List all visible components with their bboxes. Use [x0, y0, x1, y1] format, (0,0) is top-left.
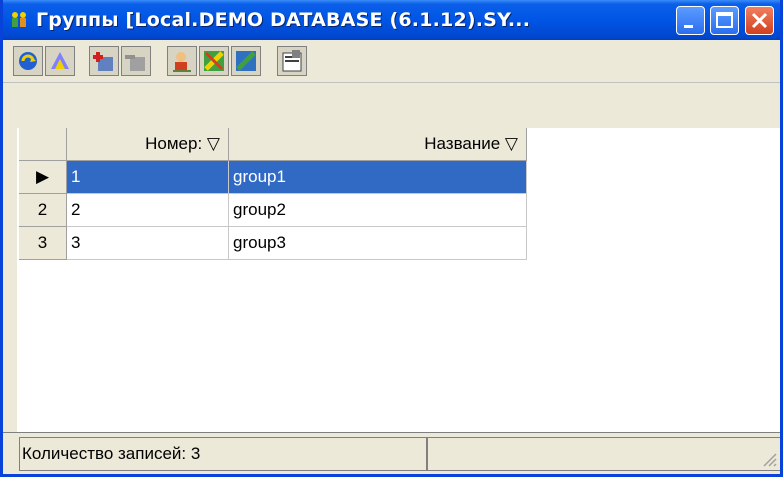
- cell-name[interactable]: group2: [229, 194, 527, 227]
- group-remove-icon: [236, 51, 256, 71]
- close-icon: [751, 12, 768, 29]
- filter-button[interactable]: [45, 46, 75, 76]
- toolbar: [3, 40, 780, 83]
- status-bar: Количество записей: 3: [3, 432, 780, 474]
- group-add-icon: [204, 51, 224, 71]
- add-record-button[interactable]: [89, 46, 119, 76]
- minimize-icon: [684, 25, 693, 28]
- cell-number[interactable]: 2: [67, 194, 229, 227]
- refresh-icon: [19, 52, 37, 70]
- refresh-button[interactable]: [13, 46, 43, 76]
- title-bar[interactable]: Группы [Local.DEMO DATABASE (6.1.12).SY.…: [3, 0, 780, 40]
- groups-window: Группы [Local.DEMO DATABASE (6.1.12).SY.…: [0, 0, 783, 477]
- user-button[interactable]: [167, 46, 197, 76]
- maximize-icon: [716, 12, 733, 28]
- header-corner: [19, 128, 67, 161]
- cell-name[interactable]: group3: [229, 227, 527, 260]
- people-icon: [12, 12, 26, 27]
- column-header-number[interactable]: Номер: ▽: [67, 128, 229, 161]
- cell-name[interactable]: group1: [229, 161, 527, 194]
- row-indicator[interactable]: 3: [19, 227, 67, 260]
- resize-grip-icon[interactable]: [758, 448, 778, 468]
- maximize-button[interactable]: [710, 6, 739, 35]
- properties-button[interactable]: [277, 46, 307, 76]
- group-add-button[interactable]: [199, 46, 229, 76]
- filter-icon: [51, 52, 69, 69]
- window-title: Группы [Local.DEMO DATABASE (6.1.12).SY.…: [36, 9, 531, 31]
- close-button[interactable]: [745, 6, 774, 35]
- minimize-button[interactable]: [676, 6, 705, 35]
- status-panel: [427, 437, 780, 471]
- column-header-name[interactable]: Название ▽: [229, 128, 527, 161]
- cell-number[interactable]: 3: [67, 227, 229, 260]
- delete-record-button[interactable]: [121, 46, 151, 76]
- properties-icon: [282, 50, 302, 72]
- delete-record-icon: [125, 55, 145, 71]
- row-indicator[interactable]: 2: [19, 194, 67, 227]
- cell-number[interactable]: 1: [67, 161, 229, 194]
- record-count: Количество записей: 3: [19, 437, 427, 471]
- group-remove-button[interactable]: [231, 46, 261, 76]
- row-indicator[interactable]: ▶: [19, 161, 67, 194]
- user-icon: [173, 52, 191, 72]
- add-record-icon: [93, 52, 113, 71]
